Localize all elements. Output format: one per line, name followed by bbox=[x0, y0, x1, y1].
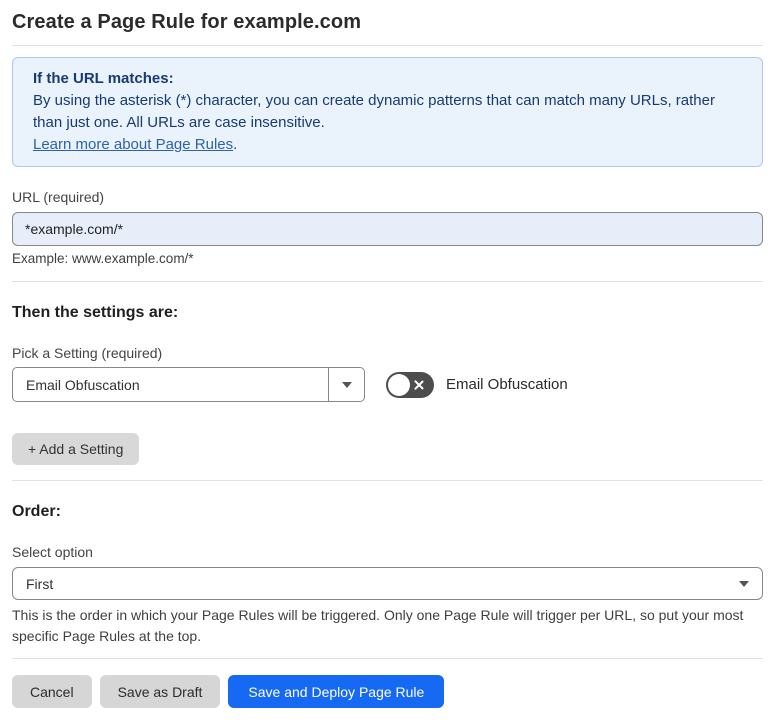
footer-divider bbox=[12, 658, 763, 659]
add-setting-button[interactable]: + Add a Setting bbox=[12, 433, 140, 465]
info-box-body: By using the asterisk (*) character, you… bbox=[33, 92, 715, 131]
info-box-heading: If the URL matches: bbox=[33, 70, 174, 87]
page-title: Create a Page Rule for example.com bbox=[12, 11, 362, 33]
caret-down-icon bbox=[341, 381, 352, 388]
order-select[interactable]: First bbox=[12, 567, 763, 600]
toggle-knob bbox=[388, 373, 410, 396]
link-suffix-period: . bbox=[233, 136, 238, 153]
toggle-label: Email Obfuscation bbox=[446, 376, 568, 393]
email-obfuscation-toggle[interactable] bbox=[386, 371, 434, 398]
pick-setting-label: Pick a Setting (required) bbox=[12, 345, 163, 361]
create-page-rule-form: Create a Page Rule for example.com If th… bbox=[0, 10, 775, 724]
url-input[interactable] bbox=[12, 212, 763, 246]
title-divider bbox=[12, 45, 763, 46]
setting-row: Email Obfuscation Email Obfuscation bbox=[12, 367, 763, 402]
url-matches-info-box: If the URL matches: By using the asteris… bbox=[12, 57, 763, 167]
order-select-value: First bbox=[26, 575, 54, 592]
url-section-divider bbox=[12, 281, 763, 282]
settings-section-divider bbox=[12, 480, 763, 481]
toggle-off-x-icon bbox=[413, 379, 425, 391]
email-obfuscation-toggle-group: Email Obfuscation bbox=[386, 371, 568, 398]
order-help-text: This is the order in which your Page Rul… bbox=[12, 607, 744, 644]
setting-select-value: Email Obfuscation bbox=[26, 376, 140, 393]
save-and-deploy-button[interactable]: Save and Deploy Page Rule bbox=[228, 675, 445, 708]
url-example-text: Example: www.example.com/* bbox=[12, 251, 194, 266]
setting-select-caret-button[interactable] bbox=[328, 368, 364, 401]
order-select-label: Select option bbox=[12, 544, 93, 560]
info-box-link-line: Learn more about Page Rules. bbox=[33, 134, 742, 156]
learn-more-page-rules-link[interactable]: Learn more about Page Rules bbox=[33, 136, 233, 153]
order-section-heading: Order: bbox=[12, 503, 61, 520]
url-field-label: URL (required) bbox=[12, 189, 105, 205]
cancel-button[interactable]: Cancel bbox=[12, 675, 92, 708]
footer-actions: Cancel Save as Draft Save and Deploy Pag… bbox=[12, 675, 763, 708]
settings-section-heading: Then the settings are: bbox=[12, 304, 179, 321]
save-as-draft-button[interactable]: Save as Draft bbox=[99, 675, 221, 708]
caret-down-icon bbox=[739, 580, 749, 587]
setting-select[interactable]: Email Obfuscation bbox=[12, 367, 365, 402]
